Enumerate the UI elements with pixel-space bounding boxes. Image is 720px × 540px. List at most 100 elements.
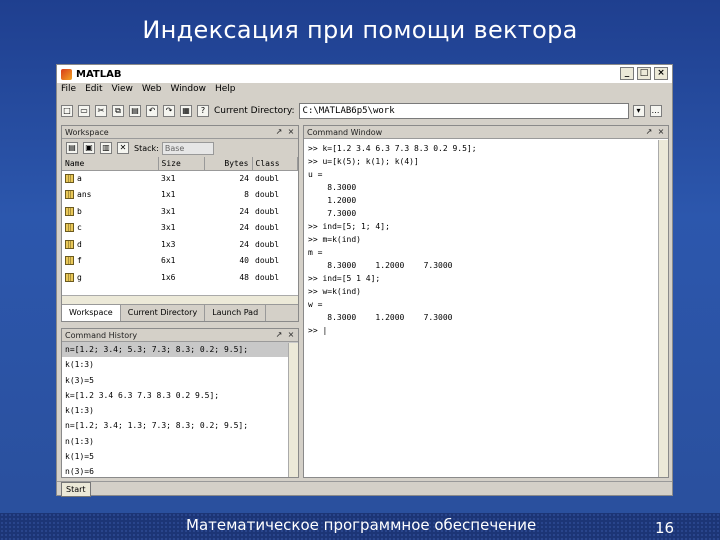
dropdown-chevron-icon[interactable]: ▾ [632,105,645,117]
paste-icon[interactable]: ▤ [129,105,141,117]
command-line: u = [308,170,323,179]
command-history-header: Command History ↗ × [62,329,298,342]
command-history-title: Command History [65,331,138,340]
current-directory-input[interactable]: C:\MATLAB6p5\work [298,103,629,119]
variable-class: doubl [255,256,280,266]
variable-class: doubl [255,174,280,183]
workspace-hscrollbar[interactable] [62,295,298,304]
close-button[interactable]: × [654,67,668,80]
slide-title: Индексация при помощи вектора [142,16,578,44]
command-line: 7.3000 [308,209,357,218]
menu-window[interactable]: Window [170,84,206,98]
variable-bytes: 24 [239,206,249,216]
minimize-button[interactable]: _ [620,67,634,80]
cut-icon[interactable]: ✂ [95,105,107,117]
open-folder-icon[interactable]: ▭ [78,105,90,117]
tab-launch-pad[interactable]: Launch Pad [205,305,267,321]
variable-size: 6x1 [161,256,176,266]
command-line: 8.3000 1.2000 7.3000 [308,261,453,270]
history-line[interactable]: n=[1.2; 3.4; 5.3; 7.3; 8.3; 0.2; 9.5]; [62,342,298,358]
undo-icon[interactable]: ↶ [146,105,158,117]
matlab-window: MATLAB _ □ × File Edit View Web Window H… [56,64,673,497]
command-line: m = [308,248,323,257]
tab-workspace[interactable]: Workspace [62,305,121,321]
command-line: >> k=[1.2 3.4 6.3 7.3 8.3 0.2 9.5]; [308,144,477,153]
variable-name: a [77,174,82,183]
undock-icon[interactable]: ↗ [644,127,654,137]
column-header-size[interactable]: Size [158,157,205,171]
variable-bytes: 24 [239,223,249,233]
history-line[interactable]: k=[1.2 3.4 6.3 7.3 8.3 0.2 9.5]; [62,388,298,403]
command-window-panel[interactable]: Command Window ↗ × >> k=[1.2 3.4 6.3 7.3… [303,125,669,478]
command-scrollbar[interactable] [658,140,668,477]
help-icon[interactable]: ? [197,105,209,117]
tab-current-directory[interactable]: Current Directory [121,305,206,321]
variable-size: 3x1 [161,206,176,216]
page-number: 16 [655,519,675,537]
panel-close-icon[interactable]: × [286,127,296,137]
menu-file[interactable]: File [61,84,76,98]
workspace-toolbar: ▤ ▣ ▥ ✕ Stack: Base [62,139,298,157]
variable-size: 1x6 [161,272,176,282]
open-selection-icon[interactable]: ▤ [66,142,78,154]
history-line[interactable]: n(1:3) [62,434,298,449]
table-row[interactable]: ans 1x1 8 doubl [62,187,298,204]
variable-name: f [77,256,82,266]
menu-web[interactable]: Web [142,84,162,98]
start-button[interactable]: Start [61,482,91,497]
variable-class: doubl [255,239,280,249]
undock-icon[interactable]: ↗ [274,330,284,340]
history-scrollbar[interactable] [288,343,298,477]
column-header-name[interactable]: Name [62,157,159,171]
command-prompt[interactable]: >> | [304,324,668,337]
variable-name: ans [77,190,92,200]
array-icon [65,239,74,249]
simulink-icon[interactable]: ▦ [180,105,192,117]
delete-icon[interactable]: ✕ [117,142,129,154]
menu-help[interactable]: Help [215,84,236,98]
history-line[interactable]: k(1:3) [62,357,298,372]
history-line[interactable]: k(1:3) [62,403,298,418]
menu-view[interactable]: View [112,84,133,98]
current-directory-label: Current Directory: [214,106,295,116]
variable-bytes: 48 [239,272,249,282]
save-workspace-icon[interactable]: ▣ [83,142,95,154]
table-row[interactable]: a 3x1 24 doubl [62,170,298,187]
column-header-class[interactable]: Class [252,157,298,171]
import-data-icon[interactable]: ▥ [100,142,112,154]
table-row[interactable]: g 1x6 48 doubl [62,269,298,286]
new-file-icon[interactable]: □ [61,105,73,117]
stack-select[interactable]: Base [161,141,214,155]
history-line[interactable]: k(3)=5 [62,373,298,388]
workspace-header: Workspace ↗ × [62,126,298,139]
variable-name: c [77,223,82,233]
workspace-table: Name Size Bytes Class a 3x1 24 doubl ans… [62,157,298,286]
start-bar: Start [57,481,672,497]
menu-edit[interactable]: Edit [85,84,102,98]
variable-size: 3x1 [161,174,176,183]
maximize-button[interactable]: □ [637,67,651,80]
history-line[interactable]: k(1)=5 [62,449,298,464]
variable-bytes: 40 [239,256,249,266]
variable-size: 1x3 [161,239,176,249]
command-line: w = [308,300,323,309]
variable-class: doubl [255,223,280,233]
array-icon [65,223,74,233]
copy-icon[interactable]: ⧉ [112,105,124,117]
column-header-bytes[interactable]: Bytes [204,157,253,171]
history-line[interactable]: n(3)=6 [62,464,298,477]
panel-close-icon[interactable]: × [656,127,666,137]
panel-close-icon[interactable]: × [286,330,296,340]
array-icon [65,174,74,183]
table-row[interactable]: f 6x1 40 doubl [62,253,298,270]
command-line: >> ind=[5 1 4]; [308,274,381,283]
browse-folder-icon[interactable]: … [649,105,662,117]
command-line: 1.2000 [308,196,357,205]
table-row[interactable]: b 3x1 24 doubl [62,203,298,220]
table-row[interactable]: d 1x3 24 doubl [62,236,298,253]
workspace-title: Workspace [65,128,109,137]
redo-icon[interactable]: ↷ [163,105,175,117]
table-row[interactable]: c 3x1 24 doubl [62,220,298,237]
history-line[interactable]: n=[1.2; 3.4; 1.3; 7.3; 8.3; 0.2; 9.5]; [62,418,298,433]
undock-icon[interactable]: ↗ [274,127,284,137]
